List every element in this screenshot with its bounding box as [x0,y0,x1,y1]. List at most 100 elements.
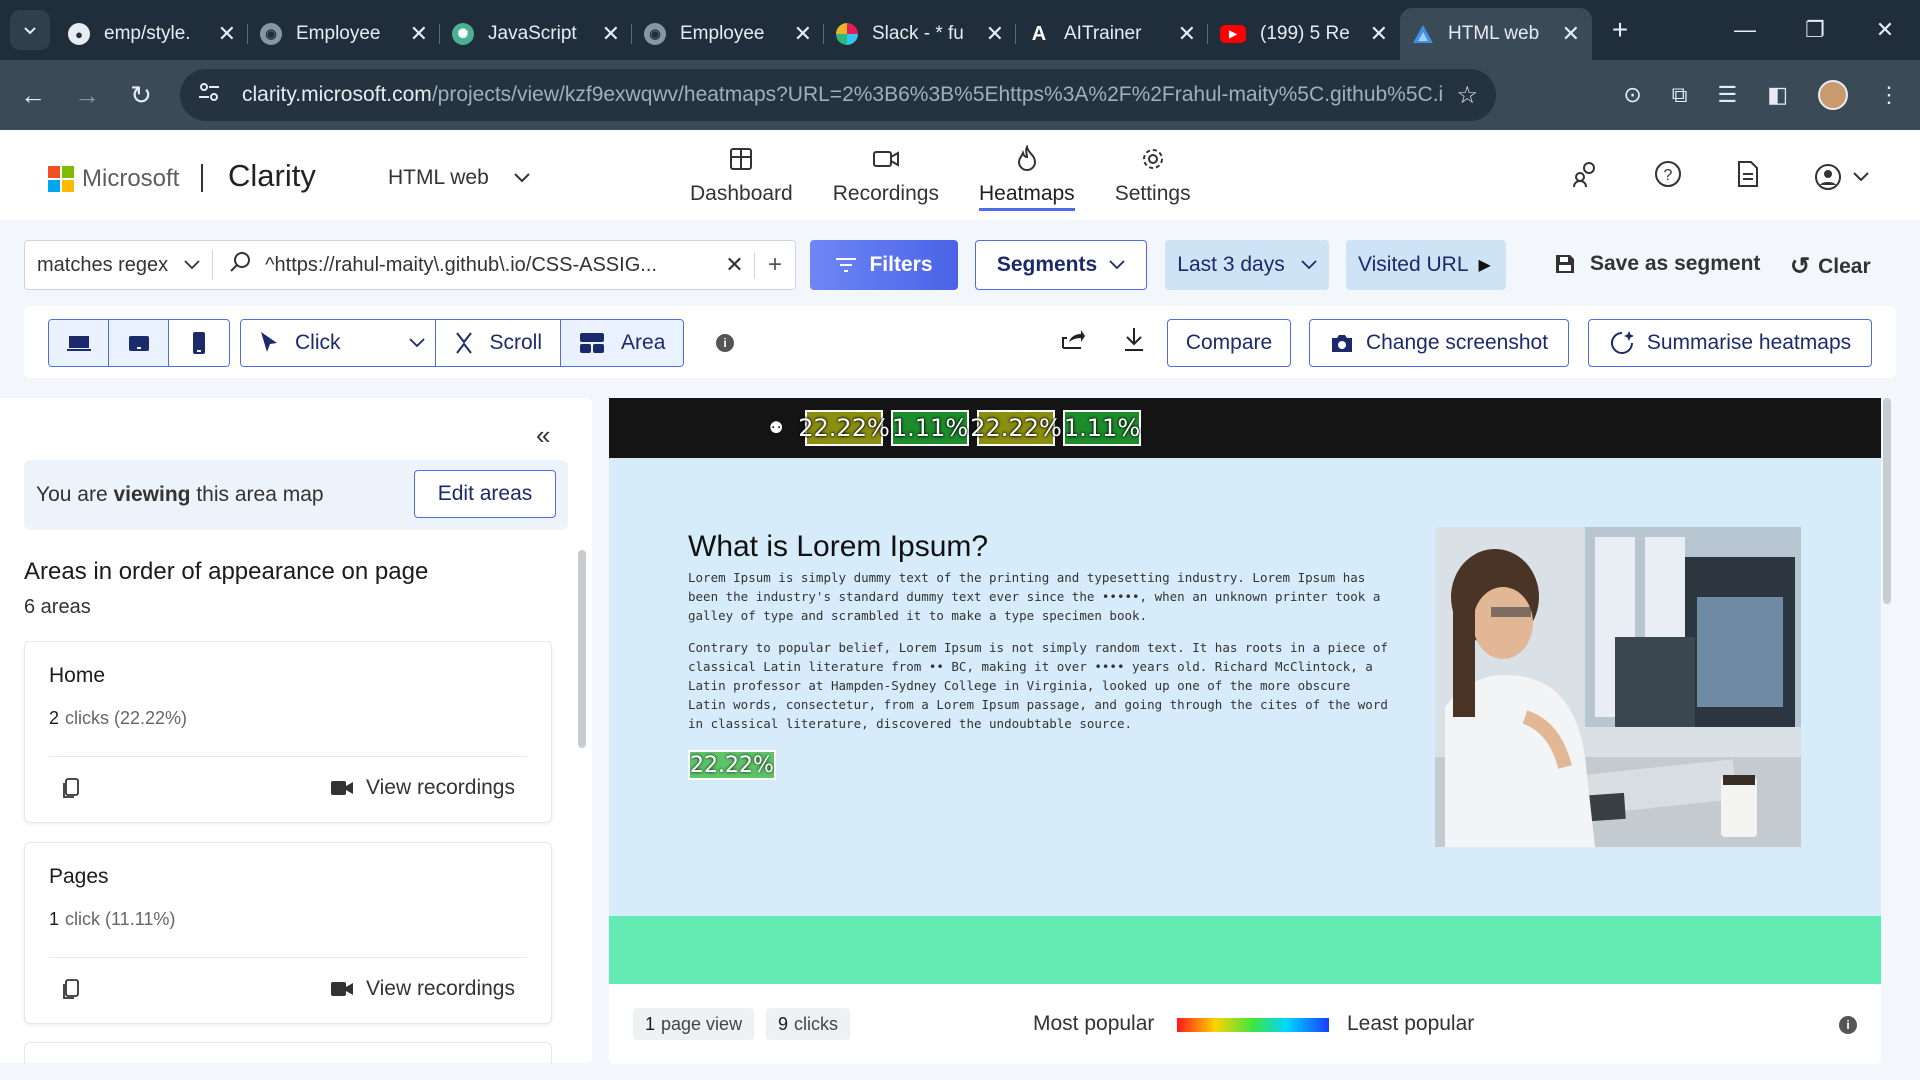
nav-settings[interactable]: Settings [1115,144,1191,211]
browser-tab[interactable]: ◉ Employee ✕ [248,12,440,56]
nav-dashboard[interactable]: Dashboard [690,144,793,211]
area-mode-button[interactable]: Area [561,320,684,366]
viewing-prefix: You are [36,483,108,506]
side-panel-icon[interactable]: ◧ [1767,82,1788,108]
page-views-text: page view [661,1013,743,1034]
bookmark-star-icon[interactable]: ☆ [1456,81,1478,110]
minimize-icon[interactable]: — [1710,17,1780,43]
close-tab-icon[interactable]: ✕ [986,21,1004,47]
close-window-icon[interactable]: ✕ [1850,17,1920,43]
area-badge[interactable]: 22.22% [970,410,1062,446]
new-tab-button[interactable]: + [1600,14,1640,46]
forward-icon[interactable]: → [60,80,114,111]
nav-label: Dashboard [690,182,793,205]
add-url-filter-icon[interactable]: + [755,251,795,279]
area-badge[interactable]: 22.22% [798,410,890,446]
area-badge[interactable]: 1.11% [891,410,969,446]
url-operator-dropdown[interactable]: matches regex [25,250,214,280]
area-badge[interactable]: 1.11% [1063,410,1141,446]
browser-tab[interactable]: ✺ JavaScript ✕ [440,12,632,56]
browser-tab[interactable]: ▶ (199) 5 Re ✕ [1208,12,1400,56]
info-icon[interactable]: i [1839,1016,1857,1034]
panel-scrollbar[interactable] [578,550,586,748]
chevron-down-icon[interactable] [408,338,425,348]
edit-areas-button[interactable]: Edit areas [414,470,556,518]
site-logo-icon: ⚉ [769,420,784,437]
restore-icon[interactable]: ❐ [1780,17,1850,43]
copy-icon[interactable] [61,979,81,1006]
copy-icon[interactable] [61,778,81,805]
segments-dropdown[interactable]: Segments [975,240,1147,290]
visited-url-chip[interactable]: Visited URL ▶ [1346,240,1506,290]
clear-query-icon[interactable]: ✕ [715,252,755,278]
site-info-icon[interactable] [198,82,226,108]
close-tab-icon[interactable]: ✕ [410,21,428,47]
filter-lines-icon [836,258,857,272]
url-text: clarity.microsoft.com/projects/view/kzf9… [242,83,1444,107]
close-tab-icon[interactable]: ✕ [1370,21,1388,47]
date-range-chip[interactable]: Last 3 days [1165,240,1329,290]
close-tab-icon[interactable]: ✕ [1562,21,1580,47]
project-selector[interactable]: HTML web [388,166,531,190]
account-menu[interactable] [1814,163,1870,191]
canvas-scrollbar[interactable] [1883,398,1891,604]
browser-tab[interactable]: A AITrainer ✕ [1016,12,1208,56]
dashboard-icon [729,144,753,174]
filters-button[interactable]: Filters [810,240,958,290]
browser-tab[interactable]: ◉ Employee ✕ [632,12,824,56]
clarity-brand[interactable]: Clarity [228,158,316,194]
profile-avatar[interactable] [1818,80,1848,110]
close-tab-icon[interactable]: ✕ [218,21,236,47]
area-card[interactable] [24,1042,552,1063]
compare-label: Compare [1185,331,1273,354]
scroll-mode-button[interactable]: Scroll [435,320,562,366]
click-mode-label: Click [295,331,341,354]
back-icon[interactable]: ← [6,80,60,111]
change-screenshot-button[interactable]: Change screenshot [1309,319,1569,367]
area-card[interactable]: Home 2 clicks (22.22%) View recordings [24,641,552,823]
menu-kebab-icon[interactable]: ⋮ [1878,82,1900,108]
area-mode-label: Area [621,331,666,354]
tablet-device-button[interactable] [109,320,169,366]
compare-button[interactable]: Compare [1167,319,1291,367]
click-mode-button[interactable]: Click [241,320,436,366]
desktop-device-button[interactable] [49,320,109,366]
scroll-icon [455,332,472,354]
extension-puzzle-icon[interactable]: ⧉ [1672,82,1688,108]
save-as-segment-button[interactable]: Save as segment [1554,252,1760,276]
mobile-device-button[interactable] [169,320,229,366]
share-people-icon[interactable] [1572,160,1600,193]
area-card[interactable]: Pages 1 click (11.11%) View recordings [24,842,552,1024]
clear-filters-button[interactable]: ↺ Clear [1790,252,1871,281]
undo-icon: ↺ [1790,253,1811,280]
microsoft-logo[interactable]: Microsoft [48,165,179,193]
address-bar[interactable]: clarity.microsoft.com/projects/view/kzf9… [180,69,1496,121]
heatmap-canvas[interactable]: ⚉ 22.22% 1.11% 22.22% 1.11% What is Lore… [609,398,1881,984]
close-tab-icon[interactable]: ✕ [1178,21,1196,47]
url-query-input[interactable]: ^https://rahul-maity\.github\.io/CSS-ASS… [213,251,715,279]
view-recordings-link[interactable]: View recordings [330,776,515,800]
nav-heatmaps[interactable]: Heatmaps [978,144,1075,211]
close-tab-icon[interactable]: ✕ [794,21,812,47]
document-icon[interactable] [1736,160,1760,193]
close-tab-icon[interactable]: ✕ [602,21,620,47]
collapse-panel-icon[interactable]: « [536,420,550,451]
info-icon[interactable]: i [716,334,734,352]
reload-icon[interactable]: ↻ [114,80,168,111]
areas-heading: Areas in order of appearance on page [24,558,429,585]
nav-label: Settings [1114,182,1191,205]
area-badge[interactable]: 22.22% [688,750,776,780]
summarise-heatmaps-button[interactable]: Summarise heatmaps [1588,319,1872,367]
extension-icon[interactable]: ⊙ [1623,82,1641,108]
browser-tab[interactable]: ● emp/style. ✕ [56,12,248,56]
tab-search-button[interactable] [10,10,50,50]
browser-tab[interactable]: Slack - * fu ✕ [824,12,1016,56]
media-queue-icon[interactable]: ☰ [1717,82,1737,108]
nav-recordings[interactable]: Recordings [833,144,939,211]
view-recordings-link[interactable]: View recordings [330,977,515,1001]
device-switcher [48,319,230,367]
browser-tab-active[interactable]: HTML web ✕ [1400,8,1592,60]
download-icon[interactable] [1122,326,1146,357]
help-icon[interactable]: ? [1654,160,1682,193]
share-icon[interactable] [1060,326,1086,357]
